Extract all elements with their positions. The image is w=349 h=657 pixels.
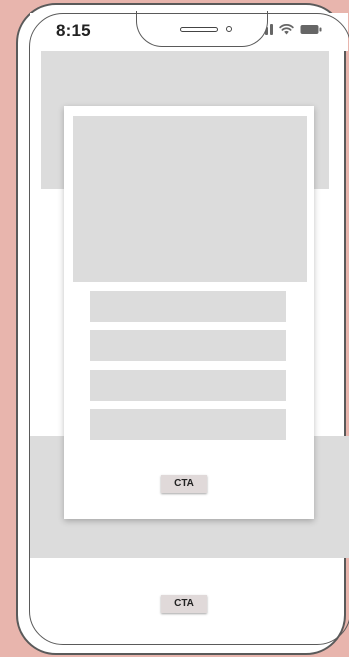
card-text-line — [90, 330, 286, 361]
card-image-placeholder — [73, 116, 307, 282]
card-text-line — [90, 291, 286, 322]
status-time: 8:15 — [56, 21, 91, 40]
wifi-icon — [279, 23, 294, 35]
card-text-line — [90, 370, 286, 401]
page-cta-button[interactable]: CTA — [161, 595, 207, 613]
speaker-icon — [180, 27, 218, 32]
card-cta-button[interactable]: CTA — [161, 475, 207, 493]
modal-card: CTA — [64, 106, 314, 519]
device-notch — [136, 11, 268, 47]
battery-icon — [300, 24, 322, 35]
screen: 8:15 CTA CTA — [0, 0, 349, 657]
camera-icon — [226, 26, 232, 32]
card-text-line — [90, 409, 286, 440]
status-bar: 8:15 — [30, 11, 348, 51]
